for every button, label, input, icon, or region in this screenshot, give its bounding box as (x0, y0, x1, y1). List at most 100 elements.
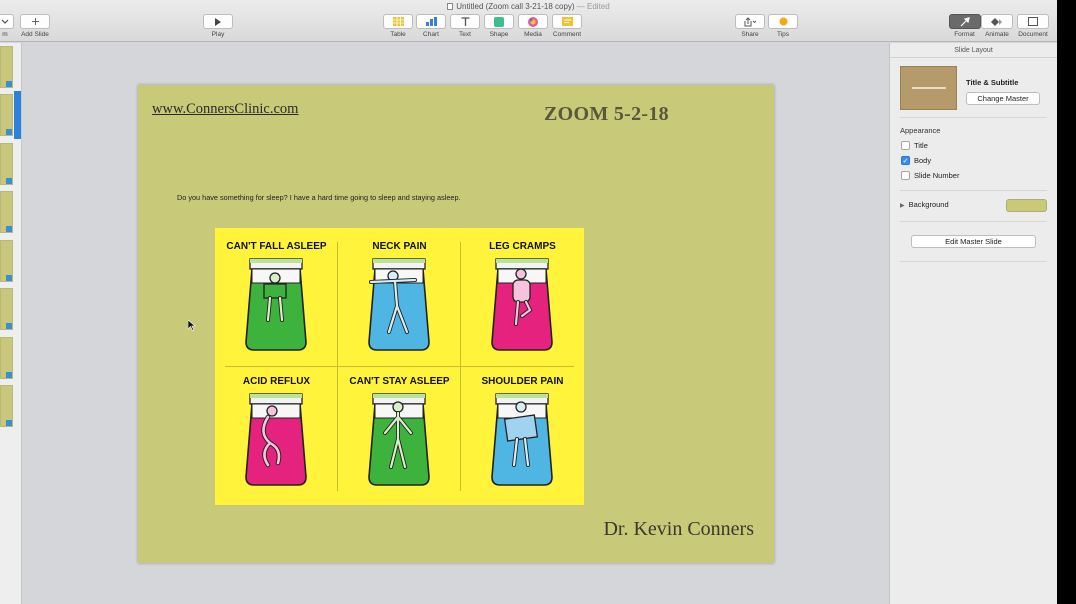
bed-illustration-icon (245, 393, 307, 486)
checkbox[interactable] (901, 141, 910, 150)
poster-cell-label: NECK PAIN (372, 241, 427, 252)
comment-label: Comment (552, 31, 582, 38)
selection-indicator (14, 91, 21, 139)
share-label: Share (741, 31, 759, 38)
media-icon (528, 16, 538, 27)
background-disclosure[interactable]: ▶ Background (900, 200, 949, 209)
change-master-button[interactable]: Change Master (966, 92, 1040, 105)
slide-thumbnail[interactable] (0, 191, 13, 233)
document-status: — Edited (576, 2, 610, 11)
poster-cell: ACID REFLUX (215, 363, 338, 501)
poster-cell-label: ACID REFLUX (242, 376, 311, 387)
slide-navigator (0, 43, 22, 604)
inspector-title: Slide Layout (890, 43, 1057, 58)
add-slide-button[interactable]: Add Slide (18, 14, 52, 38)
bed-illustration-icon (491, 258, 553, 351)
slide-body-text[interactable]: Do you have something for sleep? I have … (177, 193, 461, 202)
lightbulb-icon (779, 17, 787, 26)
bed-illustration-icon (368, 393, 430, 486)
format-inspector: Slide Layout Title & Subtitle Change Mas… (889, 43, 1057, 604)
website-link[interactable]: www.ConnersClinic.com (152, 101, 298, 118)
bed-illustration-icon (491, 393, 553, 486)
poster-cell: SHOULDER PAIN (461, 363, 584, 501)
chevron-down-icon (1, 19, 9, 24)
text-label: Text (459, 31, 471, 38)
media-label: Media (524, 31, 542, 38)
text-button[interactable]: Text (449, 14, 481, 38)
document-icon (447, 3, 454, 10)
mouse-cursor-icon (188, 320, 196, 331)
tips-button[interactable]: Tips (767, 14, 799, 38)
slide-thumbnail[interactable] (0, 143, 13, 185)
add-slide-label: Add Slide (21, 31, 49, 38)
master-thumbnail[interactable] (900, 66, 957, 110)
paintbrush-icon (960, 16, 970, 26)
sleep-positions-poster[interactable]: CAN'T FALL ASLEEP NECK PAIN LEG CRAMPS ACID… (215, 228, 584, 505)
checkbox-label: Body (914, 156, 932, 165)
play-icon (215, 17, 221, 26)
checkbox[interactable]: ✓ (901, 156, 910, 165)
animate-label: Animate (985, 31, 1009, 38)
poster-cell-label: SHOULDER PAIN (481, 376, 564, 387)
keynote-window: Untitled (Zoom call 3-21-18 copy) — Edit… (0, 0, 1057, 604)
slide[interactable]: www.ConnersClinic.com ZOOM 5-2-18 Do you… (138, 85, 774, 563)
slide-thumbnail[interactable] (0, 288, 13, 330)
share-button[interactable]: Share (734, 14, 766, 38)
edit-master-slide-button[interactable]: Edit Master Slide (911, 235, 1036, 248)
tips-label: Tips (776, 31, 790, 38)
text-icon (461, 17, 469, 26)
play-button[interactable]: Play (202, 14, 234, 38)
table-button[interactable]: Table (382, 14, 414, 38)
background-color-well[interactable] (1006, 199, 1047, 212)
slide-thumbnail-selected[interactable] (0, 94, 13, 136)
shape-button[interactable]: Shape (483, 14, 515, 38)
animate-icon (991, 17, 1002, 26)
bed-illustration-icon (245, 258, 307, 351)
comment-button[interactable]: Comment (549, 14, 585, 38)
option-title[interactable]: Title (901, 141, 928, 150)
bed-illustration-icon (368, 258, 430, 351)
format-button[interactable]: Format (948, 14, 981, 38)
shape-label: Shape (489, 31, 509, 38)
document-name: Untitled (Zoom call 3-21-18 copy) (456, 2, 575, 11)
divider (900, 261, 1047, 262)
option-slide-number[interactable]: Slide Number (901, 171, 959, 180)
document-label: Document (1018, 31, 1048, 38)
poster-cell: NECK PAIN (338, 228, 461, 366)
slide-canvas[interactable]: www.ConnersClinic.com ZOOM 5-2-18 Do you… (22, 43, 889, 604)
format-label: Format (954, 31, 975, 38)
slide-thumbnail[interactable] (0, 385, 13, 427)
comment-icon (561, 17, 573, 26)
document-button[interactable]: Document (1013, 14, 1053, 38)
poster-cell-label: CAN'T STAY ASLEEP (349, 376, 450, 387)
table-icon (392, 17, 404, 26)
slide-title[interactable]: ZOOM 5-2-18 (544, 103, 669, 126)
poster-cell-label: CAN'T FALL ASLEEP (226, 241, 327, 252)
animate-button[interactable]: Animate (981, 14, 1013, 38)
background-label: Background (908, 200, 949, 209)
toolbar: Untitled (Zoom call 3-21-18 copy) — Edit… (0, 0, 1057, 42)
media-button[interactable]: Media (517, 14, 549, 38)
divider (900, 190, 1047, 191)
document-title: Untitled (Zoom call 3-21-18 copy) — Edit… (0, 2, 1057, 11)
poster-cell-label: LEG CRAMPS (489, 241, 556, 252)
slide-thumbnail[interactable] (0, 240, 13, 282)
view-label: m (2, 31, 8, 38)
play-label: Play (211, 31, 225, 38)
chart-button[interactable]: Chart (415, 14, 447, 38)
poster-cell: CAN'T FALL ASLEEP (215, 228, 338, 366)
divider (900, 221, 1047, 222)
slide-thumbnail[interactable] (0, 46, 13, 88)
checkbox[interactable] (901, 171, 910, 180)
checkbox-label: Slide Number (914, 171, 960, 180)
chart-icon (425, 17, 437, 26)
plus-icon (31, 18, 39, 25)
share-icon (744, 16, 757, 26)
slide-author[interactable]: Dr. Kevin Conners (603, 518, 754, 541)
view-menu-button[interactable]: m (0, 14, 14, 38)
slide-thumbnail[interactable] (0, 337, 13, 379)
option-body[interactable]: ✓ Body (901, 156, 931, 165)
checkbox-label: Title (914, 141, 928, 150)
master-name: Title & Subtitle (966, 78, 1019, 87)
document-inspector-icon (1028, 17, 1038, 26)
